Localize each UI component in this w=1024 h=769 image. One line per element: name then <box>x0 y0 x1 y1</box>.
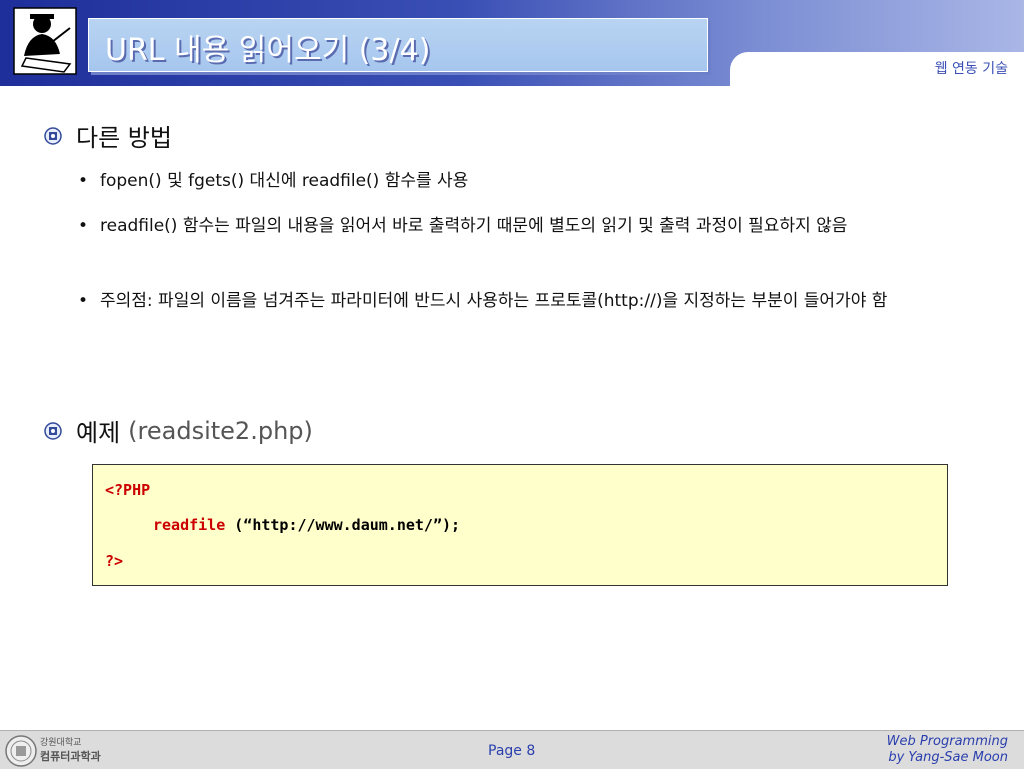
section-heading-text: 예제 <box>76 419 121 447</box>
bullet-text: readfile() 함수는 파일의 내용을 읽어서 바로 출력하기 때문에 별… <box>100 216 848 236</box>
course-name: 웹 연동 기술 <box>934 61 1008 77</box>
department-name: 강원대학교 컴퓨터과학과 <box>40 737 101 763</box>
page-number: Page 8 <box>488 743 536 759</box>
bullet-dot: • <box>78 171 89 191</box>
department-label: 컴퓨터과학과 <box>40 750 101 763</box>
bullet-item: • 주의점: 파일의 이름을 넘겨주는 파라미터에 반드시 사용하는 프로토콜(… <box>78 286 990 317</box>
emblem-bullet-icon <box>44 421 62 440</box>
section-heading-text: 다른 방법 <box>76 124 172 152</box>
section-heading-example: 예제 (readsite2.php) <box>44 413 313 448</box>
slide-title: URL 내용 읽어오기 (3/4) <box>105 33 431 68</box>
code-close-tag: ?> <box>105 552 124 570</box>
bullet-dot: • <box>78 291 89 311</box>
section-heading-methods: 다른 방법 <box>44 118 172 153</box>
writer-logo-icon <box>13 7 77 75</box>
code-statement: readfile (“http://www.daum.net/”); <box>153 516 460 534</box>
bullet-item: • readfile() 함수는 파일의 내용을 읽어서 바로 출력하기 때문에… <box>78 211 990 242</box>
code-function: readfile <box>153 516 226 534</box>
code-block: <?PHP readfile (“http://www.daum.net/”);… <box>92 464 948 586</box>
university-seal-icon <box>5 735 37 767</box>
code-arguments: (“http://www.daum.net/”); <box>225 516 461 534</box>
university-name: 강원대학교 <box>40 738 82 748</box>
bullet-text: 주의점: 파일의 이름을 넘겨주는 파라미터에 반드시 사용하는 프로토콜(ht… <box>100 291 888 311</box>
title-box: URL 내용 읽어오기 (3/4) <box>88 18 708 72</box>
bullet-dot: • <box>78 216 89 236</box>
author-name: by Yang-Sae Moon <box>888 750 1008 765</box>
author-credit: Web Programming by Yang-Sae Moon <box>887 734 1008 766</box>
bullet-text: fopen() 및 fgets() 대신에 readfile() 함수를 사용 <box>100 171 469 191</box>
slide-header: URL 내용 읽어오기 (3/4) 웹 연동 기술 <box>0 0 1024 86</box>
slide-footer: 강원대학교 컴퓨터과학과 Page 8 Web Programming by Y… <box>0 730 1024 769</box>
bullet-item: • fopen() 및 fgets() 대신에 readfile() 함수를 사… <box>78 166 990 197</box>
emblem-bullet-icon <box>44 126 62 145</box>
code-open-tag: <?PHP <box>105 481 151 499</box>
example-filename: (readsite2.php) <box>128 416 313 445</box>
course-title: Web Programming <box>886 734 1008 749</box>
